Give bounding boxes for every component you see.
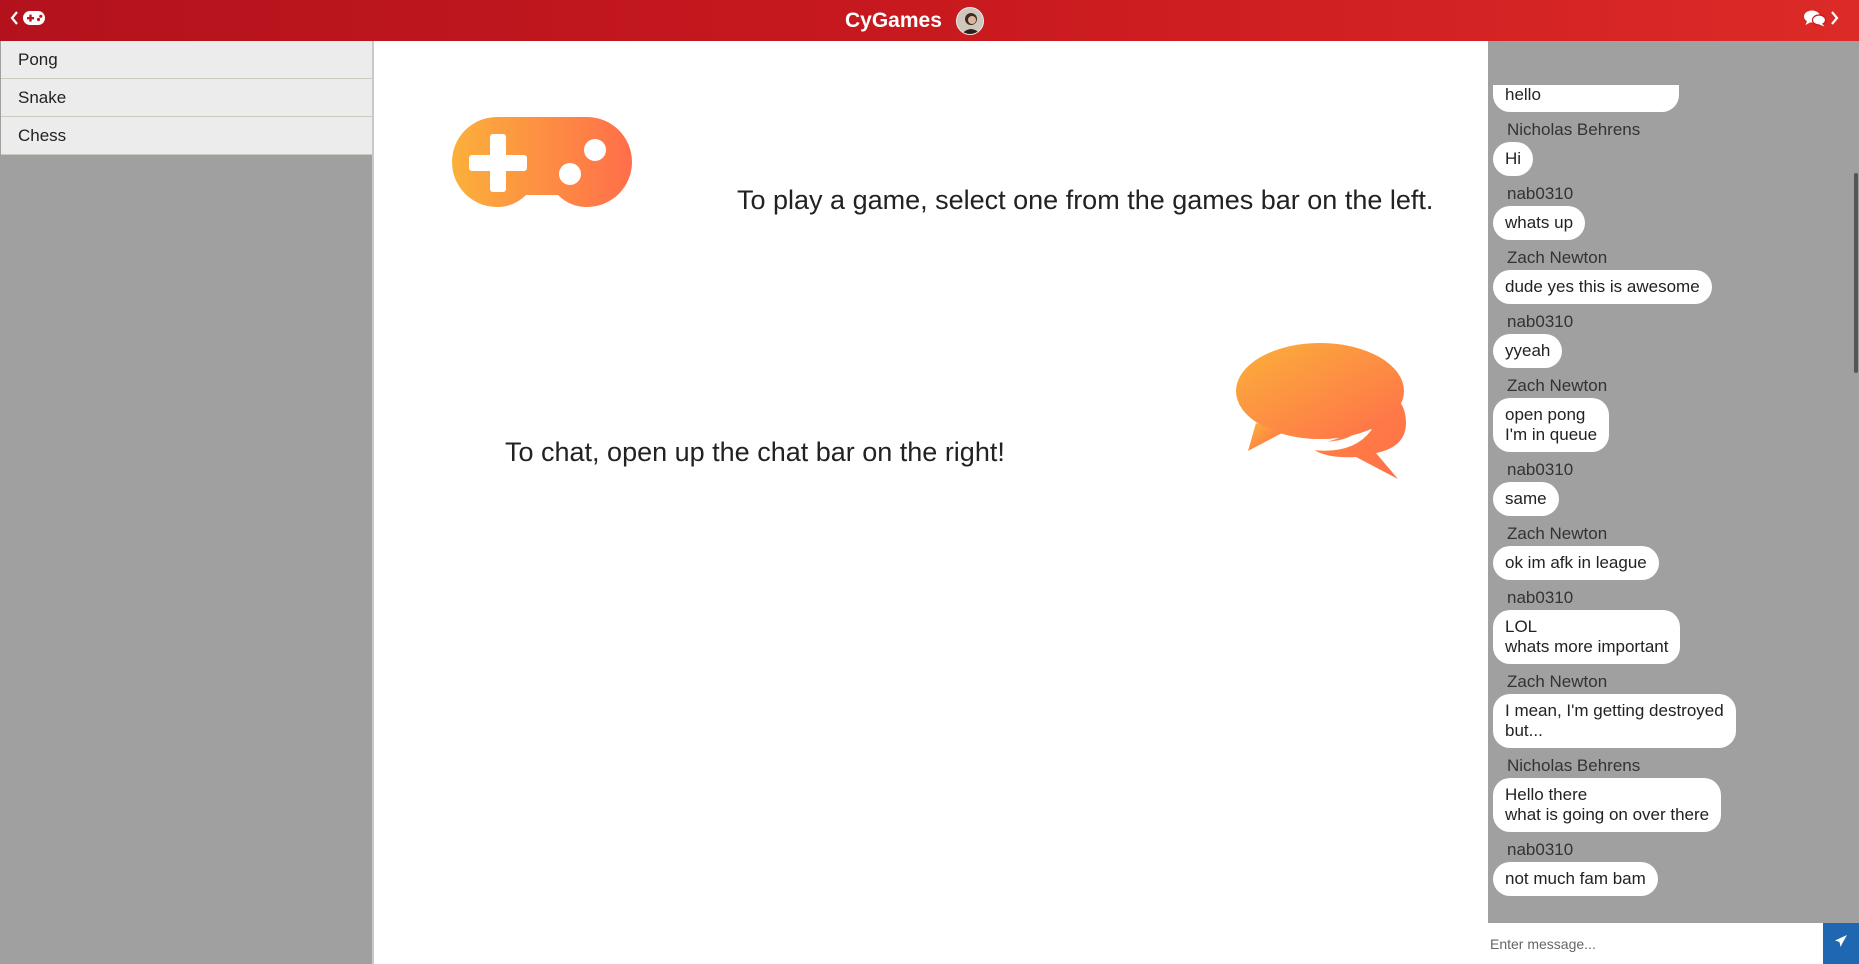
message-sender: nab0310: [1507, 840, 1574, 859]
game-item-chess[interactable]: Chess: [1, 117, 372, 155]
message: Zach Newton I mean, I'm getting destroye…: [1488, 672, 1843, 748]
message: Nicholas Behrens Hello there what is goi…: [1488, 756, 1843, 832]
chevron-left-icon: [10, 11, 19, 30]
message-sender: Nicholas Behrens: [1507, 756, 1641, 775]
message-sender: Zach Newton: [1507, 376, 1608, 395]
message-sender: Zach Newton: [1507, 672, 1608, 691]
game-item-snake[interactable]: Snake: [1, 79, 372, 117]
message-sender: Nicholas Behrens: [1507, 120, 1641, 139]
message-text: Hi: [1493, 142, 1534, 176]
gamepad-illustration-icon: [450, 113, 634, 215]
user-avatar[interactable]: [955, 6, 984, 35]
message: nab0310 same: [1488, 460, 1843, 516]
app-title: CyGames: [845, 8, 942, 32]
brand: CyGames: [845, 6, 984, 35]
message: nab0310 yyeah: [1488, 312, 1843, 368]
message-text: ok im afk in league: [1493, 546, 1659, 580]
top-bar: CyGames: [0, 0, 1859, 41]
comments-icon: [1804, 10, 1827, 32]
message: hello: [1488, 85, 1843, 112]
message-text: hello: [1493, 85, 1679, 112]
chat-instruction: To chat, open up the chat bar on the rig…: [505, 437, 1005, 467]
message-sender: Zach Newton: [1507, 524, 1608, 543]
chat-scrollbar-thumb[interactable]: [1854, 173, 1858, 373]
message: Nicholas Behrens Hi: [1488, 120, 1843, 176]
message-text: same: [1493, 482, 1559, 516]
games-sidebar: Pong Snake Chess: [0, 41, 372, 964]
send-button[interactable]: [1823, 923, 1859, 964]
message: nab0310 whats up: [1488, 184, 1843, 240]
message: nab0310 LOL whats more important: [1488, 588, 1843, 664]
chat-scrollbar[interactable]: [1853, 41, 1859, 921]
message-text: dude yes this is awesome: [1493, 270, 1712, 304]
message: nab0310 not much fam bam: [1488, 840, 1843, 896]
chat-sidebar-toggle[interactable]: [1804, 8, 1839, 33]
chat-bubbles-illustration-icon: [1236, 341, 1414, 481]
message: Zach Newton dude yes this is awesome: [1488, 248, 1843, 304]
play-instruction: To play a game, select one from the game…: [737, 185, 1434, 215]
message: Zach Newton ok im afk in league: [1488, 524, 1843, 580]
message-text: LOL whats more important: [1493, 610, 1681, 664]
message-text: whats up: [1493, 206, 1586, 240]
message-text: open pong I'm in queue: [1493, 398, 1610, 452]
message-composer: [1488, 923, 1859, 964]
main-content: To play a game, select one from the game…: [372, 41, 1488, 964]
message-input[interactable]: [1488, 923, 1823, 964]
message-text: not much fam bam: [1493, 862, 1658, 896]
gamepad-icon: [23, 11, 45, 30]
paper-plane-icon: [1834, 934, 1848, 953]
game-item-pong[interactable]: Pong: [1, 41, 372, 79]
games-sidebar-toggle[interactable]: [10, 8, 45, 33]
chat-panel: hello Nicholas Behrens Hi nab0310 whats …: [1488, 41, 1859, 964]
message-sender: nab0310: [1507, 312, 1574, 331]
chevron-right-icon: [1830, 11, 1839, 30]
message-sender: nab0310: [1507, 184, 1574, 203]
message-text: I mean, I'm getting destroyed but...: [1493, 694, 1736, 748]
message-text: Hello there what is going on over there: [1493, 778, 1722, 832]
message: Zach Newton open pong I'm in queue: [1488, 376, 1843, 452]
message-list: hello Nicholas Behrens Hi nab0310 whats …: [1488, 85, 1843, 904]
message-text: yyeah: [1493, 334, 1563, 368]
message-sender: nab0310: [1507, 460, 1574, 479]
message-sender: Zach Newton: [1507, 248, 1608, 267]
message-sender: nab0310: [1507, 588, 1574, 607]
